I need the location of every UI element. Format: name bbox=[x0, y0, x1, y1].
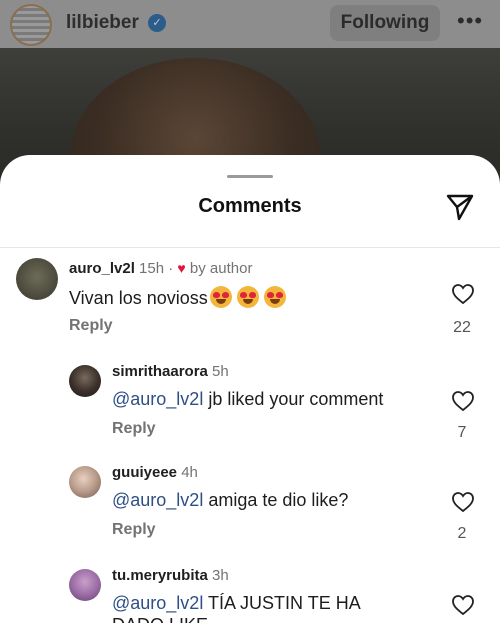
verified-badge-icon: ✓ bbox=[148, 14, 166, 32]
post-author-username[interactable]: lilbieber bbox=[66, 12, 139, 34]
comment-text-continued: DADO LIKE bbox=[112, 615, 208, 623]
comment-header: simrithaarora 5h bbox=[112, 363, 229, 380]
comment-time: 4h bbox=[181, 464, 198, 481]
sheet-divider bbox=[0, 247, 500, 248]
commenter-avatar[interactable] bbox=[16, 258, 58, 300]
comment-body: @auro_lv2l TÍA JUSTIN TE HA bbox=[112, 593, 361, 614]
author-liked-heart-icon: ♥ bbox=[177, 260, 186, 276]
reply-button[interactable]: Reply bbox=[112, 521, 156, 539]
like-count: 2 bbox=[457, 525, 467, 542]
comment-text: jb liked your comment bbox=[208, 389, 384, 409]
mention-link[interactable]: @auro_lv2l bbox=[112, 593, 203, 613]
comments-sheet: Comments auro_lv2l 15h · ♥ by author Viv… bbox=[0, 155, 500, 623]
reply-button[interactable]: Reply bbox=[69, 317, 113, 335]
comment-body: @auro_lv2l amiga te dio like? bbox=[112, 490, 348, 511]
like-heart-icon[interactable] bbox=[451, 491, 475, 513]
more-options-icon[interactable]: ••• bbox=[457, 8, 483, 34]
comment-time: 15h bbox=[139, 260, 165, 277]
comment-text: amiga te dio like? bbox=[208, 490, 349, 510]
commenter-avatar[interactable] bbox=[69, 569, 101, 601]
reply-button[interactable]: Reply bbox=[112, 420, 156, 438]
following-button[interactable]: Following bbox=[330, 5, 440, 41]
sheet-drag-handle[interactable] bbox=[227, 175, 273, 178]
comment-body-continued: DADO LIKE bbox=[112, 615, 208, 623]
comment-body: @auro_lv2l jb liked your comment bbox=[112, 389, 383, 410]
commenter-username[interactable]: simrithaarora bbox=[112, 363, 208, 380]
mention-link[interactable]: @auro_lv2l bbox=[112, 490, 203, 510]
like-heart-icon[interactable] bbox=[451, 283, 475, 305]
meta-separator: · bbox=[168, 260, 174, 277]
post-header: lilbieber ✓ Following ••• bbox=[0, 0, 500, 48]
like-heart-icon[interactable] bbox=[451, 594, 475, 616]
sheet-title: Comments bbox=[198, 195, 302, 217]
commenter-avatar[interactable] bbox=[69, 466, 101, 498]
like-count: 7 bbox=[457, 424, 467, 441]
commenter-avatar[interactable] bbox=[69, 365, 101, 397]
comment-header: tu.meryrubita 3h bbox=[112, 567, 229, 584]
commenter-username[interactable]: guuiyeee bbox=[112, 464, 177, 481]
comment-body: Vivan los novioss bbox=[69, 286, 286, 309]
commenter-username[interactable]: auro_lv2l bbox=[69, 260, 135, 277]
comment-header: auro_lv2l 15h · ♥ by author bbox=[69, 260, 252, 277]
comment-text: Vivan los novioss bbox=[69, 288, 208, 308]
comment-text: TÍA JUSTIN TE HA bbox=[208, 593, 361, 613]
like-heart-icon[interactable] bbox=[451, 390, 475, 412]
commenter-username[interactable]: tu.meryrubita bbox=[112, 567, 208, 584]
comment-header: guuiyeee 4h bbox=[112, 464, 198, 481]
share-send-icon[interactable] bbox=[445, 192, 475, 222]
heart-eyes-emoji-icon bbox=[236, 286, 259, 308]
comment-time: 5h bbox=[212, 363, 229, 380]
like-count: 22 bbox=[453, 319, 471, 336]
mention-link[interactable]: @auro_lv2l bbox=[112, 389, 203, 409]
heart-eyes-emoji-icon bbox=[263, 286, 286, 308]
liked-by-author-label: by author bbox=[189, 260, 253, 277]
heart-eyes-emoji-icon bbox=[209, 286, 232, 308]
post-author-avatar[interactable] bbox=[10, 4, 52, 46]
comment-time: 3h bbox=[212, 567, 229, 584]
